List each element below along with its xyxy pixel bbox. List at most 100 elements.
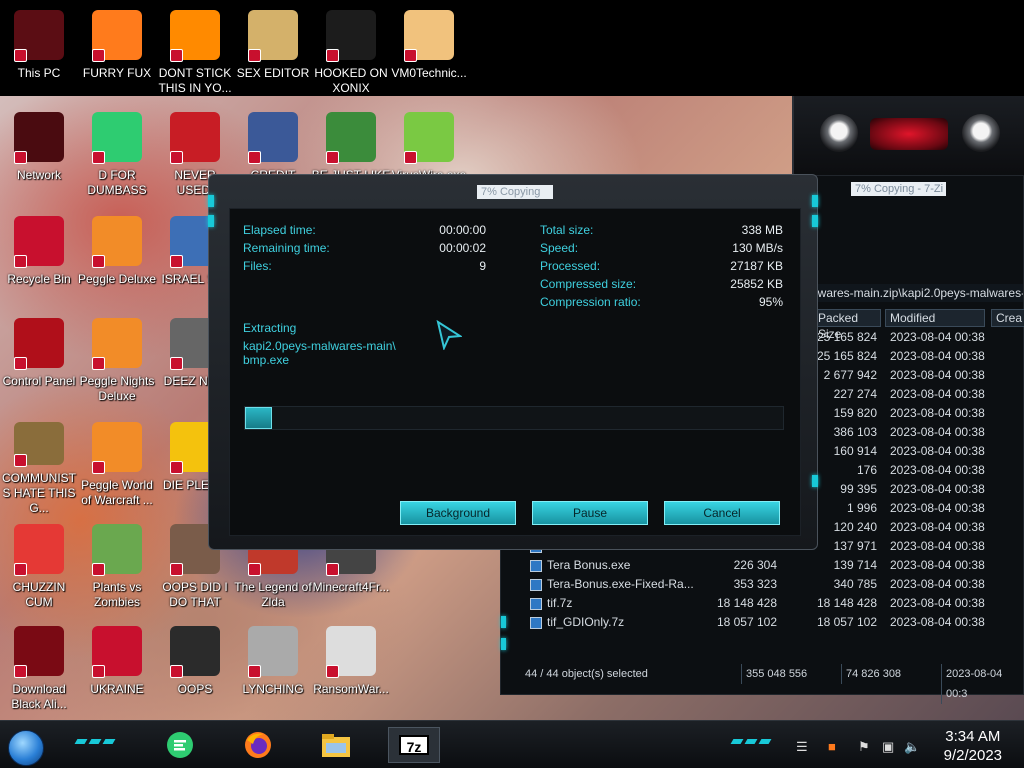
volume-icon[interactable]: 🔈 (904, 739, 920, 755)
clock[interactable]: 3:34 AM 9/2/2023 (944, 727, 1002, 765)
status-size: 355 048 556 (741, 664, 837, 684)
desktop-icon[interactable]: Download Black Ali... (0, 620, 78, 720)
network-icon[interactable]: ▣ (882, 739, 894, 755)
desktop-icon-label: OOPS DID I DO THAT (162, 580, 228, 609)
desktop-icon-label: Peggle Nights Deluxe (79, 374, 155, 403)
alien-red-emblem (870, 118, 948, 150)
desktop-icon-label: Peggle Deluxe (77, 272, 157, 286)
column-header-modified[interactable]: Modified (885, 309, 985, 327)
desktop-icon-label: RansomWar... (313, 682, 389, 696)
desktop-icon[interactable]: DONT STICK THIS IN YO... (156, 4, 234, 104)
desktop-icon[interactable]: Peggle Nights Deluxe (78, 312, 156, 412)
frame-accent (812, 475, 818, 487)
frame-accent (208, 195, 214, 207)
status-selected: 44 / 44 object(s) selected (525, 668, 648, 680)
frame-accent (812, 215, 818, 227)
desktop-icon[interactable]: OOPS (156, 620, 234, 720)
firefox-icon (245, 732, 271, 758)
table-row[interactable]: Tera Bonus.exe 226 304 139 714 2023-08-04 0… (501, 556, 1023, 575)
cell-modified: 2023-08-04 00:38 (890, 577, 985, 591)
desktop-icon[interactable]: Peggle Deluxe (78, 210, 156, 310)
cell-modified: 2023-08-04 00:38 (890, 482, 985, 496)
shortcut-badge (92, 357, 105, 370)
desktop-icon[interactable]: RansomWar... (312, 620, 390, 720)
keyboard-icon[interactable]: ☰ (796, 739, 808, 755)
file-manager-path[interactable]: lwares-main.zip\kapi2.0peys-malwares-mai… (813, 284, 1023, 302)
current-file-dir: kapi2.0peys-malwares-main\ (243, 339, 396, 353)
taskbar-discord[interactable] (154, 727, 206, 763)
cell-modified: 2023-08-04 00:38 (890, 558, 985, 572)
stat-label: Speed: (540, 241, 579, 255)
stat-value: 9 (479, 259, 486, 273)
column-header-packed[interactable]: Packed Size (813, 309, 881, 341)
stat-value: 00:00:00 (439, 223, 486, 237)
taskbar-file-explorer[interactable] (310, 727, 362, 763)
start-button[interactable] (8, 730, 44, 766)
desktop-icon[interactable]: Plants vs Zombies (78, 518, 156, 618)
cancel-button[interactable]: Cancel (664, 501, 780, 525)
cell-modified: 2023-08-04 00:38 (890, 330, 985, 344)
shortcut-badge (14, 665, 27, 678)
dialog-title: 7% Copying (477, 185, 553, 199)
app-tray-icon[interactable]: ■ (828, 739, 836, 754)
table-row[interactable]: tif.7z 18 148 428 18 148 428 2023-08-04 00:… (501, 594, 1023, 613)
desktop-icon[interactable]: COMMUNISTS HATE THIS G... (0, 416, 78, 516)
desktop-icon-label: Control Panel (2, 374, 76, 388)
taskbar: 7z ☰ ■ ⚑ ▣ 🔈 3:34 AM 9/2/2023 (0, 720, 1024, 768)
cell-packed-size: 18 148 428 (816, 596, 877, 610)
shortcut-badge (170, 461, 183, 474)
xonix-icon (326, 10, 376, 62)
desktop-icon-label: Download Black Ali... (11, 682, 67, 711)
alienware-icon (14, 626, 64, 678)
status-modified: 2023-08-04 00:3 (941, 664, 1023, 704)
stat-label: Compression ratio: (540, 295, 641, 309)
desktop-icon[interactable]: VM0Technic... (390, 4, 468, 104)
desktop-icon[interactable]: UKRAINE (78, 620, 156, 720)
desktop-icon[interactable]: Recycle Bin (0, 210, 78, 310)
stat-label: Files: (243, 259, 272, 273)
desktop-icon[interactable]: FURRY FUX (78, 4, 156, 104)
desktop-icon[interactable]: LYNCHING (234, 620, 312, 720)
taskbar-7zip[interactable]: 7z (388, 727, 440, 763)
file-icon (530, 579, 542, 591)
cell-packed-size: 18 057 102 (816, 615, 877, 629)
desktop-icon-label: D FOR DUMBASS (87, 168, 147, 197)
frame-accent (208, 215, 214, 227)
cell-modified: 2023-08-04 00:38 (890, 539, 985, 553)
shortcut-badge (14, 151, 27, 164)
cell-modified: 2023-08-04 00:38 (890, 444, 985, 458)
desktop-icon[interactable]: This PC (0, 4, 78, 104)
flag-icon[interactable]: ⚑ (858, 739, 870, 755)
column-header-created[interactable]: Crea (991, 309, 1024, 327)
table-row[interactable]: tif_GDIOnly.7z 18 057 102 18 057 102 2023-0… (501, 613, 1023, 632)
shortcut-badge (92, 461, 105, 474)
pause-button[interactable]: Pause (532, 501, 648, 525)
shortcut-badge (170, 665, 183, 678)
desktop-icon[interactable]: HOOKED ON XONIX (312, 4, 390, 104)
background-button[interactable]: Background (400, 501, 516, 525)
shortcut-badge (404, 151, 417, 164)
stat-value: 338 MB (741, 223, 783, 237)
cell-modified: 2023-08-04 00:38 (890, 463, 985, 477)
taskbar-firefox[interactable] (232, 727, 284, 763)
desktop-icon-label: Network (16, 168, 61, 182)
cell-packed-size: 2 677 942 (823, 368, 877, 382)
desktop-icon-label: Minecraft4Fr... (312, 580, 390, 594)
shortcut-badge (170, 151, 183, 164)
stat-label: Remaining time: (243, 241, 330, 255)
table-row[interactable]: Tera-Bonus.exe-Fixed-Ra... 353 323 340 785… (501, 575, 1023, 594)
desktop-icon[interactable]: Control Panel (0, 312, 78, 412)
shortcut-badge (170, 255, 183, 268)
cell-size: 353 323 (733, 577, 777, 591)
desktop-icon[interactable]: Peggle World of Warcraft ... (78, 416, 156, 516)
desktop-icon-label: CHUZZIN CUM (12, 580, 66, 609)
desktop-icon-label: OOPS (177, 682, 213, 696)
desktop-icon[interactable]: D FOR DUMBASS (78, 106, 156, 206)
cell-modified: 2023-08-04 00:38 (890, 596, 985, 610)
shortcut-badge (248, 49, 261, 62)
desktop-icon[interactable]: CHUZZIN CUM (0, 518, 78, 618)
desktop-icon[interactable]: Network (0, 106, 78, 206)
desktop-icon[interactable]: SEX EDITOR (234, 4, 312, 104)
progress-bar (244, 406, 784, 430)
radiation-icon (92, 626, 142, 678)
